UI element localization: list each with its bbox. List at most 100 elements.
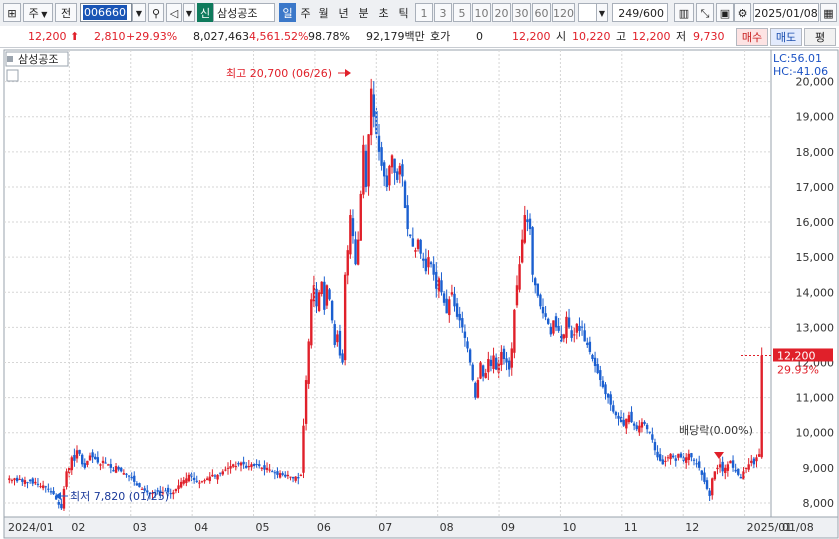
- interval-10[interactable]: 10: [472, 3, 491, 22]
- interval-30[interactable]: 30: [512, 3, 531, 22]
- candle-body: [88, 455, 92, 461]
- avg-button[interactable]: 평: [804, 28, 836, 46]
- search-icon[interactable]: ⚲: [148, 3, 164, 22]
- tab-second[interactable]: 초: [375, 3, 392, 22]
- calendar-icon[interactable]: ▦: [820, 3, 837, 22]
- top-toolbar: ⊞ 주 ▼ 전 006660 ▼ ⚲ ◁ ▼ 신 삼성공조 일 주 월 년 분 …: [0, 0, 839, 27]
- hoga-value: 0: [476, 30, 483, 43]
- candle-body: [424, 258, 428, 272]
- history-dropdown-button[interactable]: ▼: [183, 3, 195, 22]
- candle-body: [315, 288, 318, 307]
- candle-body: [492, 355, 495, 369]
- company-badge: 신: [197, 3, 213, 22]
- candle-body: [671, 455, 675, 458]
- candle-type-icon[interactable]: ▥: [674, 3, 694, 22]
- candle-body: [484, 373, 487, 378]
- candle-body: [245, 465, 248, 468]
- candle-body: [213, 475, 217, 477]
- x-tick-label: 2024/01: [8, 521, 54, 534]
- candle-body: [96, 457, 100, 463]
- candle-body: [307, 341, 310, 384]
- hoga-label: 호가: [430, 30, 451, 43]
- save-icon[interactable]: ▣: [716, 3, 734, 22]
- candle-body: [291, 476, 295, 479]
- buy-button[interactable]: 매수: [736, 28, 768, 46]
- candle-body: [713, 471, 717, 480]
- candle-body: [341, 353, 344, 363]
- candle-body: [562, 334, 566, 339]
- chart-area[interactable]: 8,000 9,000 10,000 11,000 12,000 13,000 14,000…: [0, 47, 839, 539]
- candlestick-chart[interactable]: 8,0009,00010,00011,00012,00013,00014,000…: [0, 47, 839, 539]
- candle-body: [390, 155, 394, 168]
- interval-3[interactable]: 3: [434, 3, 452, 22]
- x-tick-label: 06: [317, 521, 331, 534]
- tab-minute[interactable]: 분: [355, 3, 372, 22]
- candle-body: [476, 380, 480, 398]
- candle-body: [489, 359, 493, 367]
- candle-body: [528, 218, 532, 230]
- candle-body: [396, 171, 399, 180]
- open-price: 10,220: [572, 30, 611, 43]
- chart-menu-icon[interactable]: ⊞: [3, 3, 21, 22]
- candle-body: [114, 466, 118, 473]
- candle-body: [461, 318, 464, 328]
- candle-body: [750, 460, 753, 463]
- tab-week[interactable]: 주: [297, 3, 314, 22]
- candle-body: [231, 464, 235, 467]
- interval-dropdown-button[interactable]: ▼: [596, 3, 608, 22]
- tab-month[interactable]: 월: [315, 3, 332, 22]
- candle-body: [211, 474, 214, 477]
- candle-body: [369, 88, 373, 136]
- candle-body: [330, 300, 334, 321]
- gear-icon[interactable]: ⚙: [734, 3, 751, 22]
- candle-body: [427, 257, 430, 268]
- candle-body: [401, 164, 404, 177]
- interval-5[interactable]: 5: [453, 3, 471, 22]
- tab-day[interactable]: 일: [279, 3, 296, 22]
- tab-year[interactable]: 년: [335, 3, 352, 22]
- candle-body: [250, 464, 253, 468]
- candle-body: [703, 472, 706, 482]
- candle-body: [133, 475, 136, 482]
- candle-body: [268, 469, 271, 471]
- code-dropdown-button[interactable]: ▼: [132, 3, 146, 22]
- volume: 8,027,463: [193, 30, 249, 43]
- candle-body: [336, 334, 339, 343]
- candle-body: [437, 278, 441, 292]
- candle-body: [83, 463, 87, 468]
- price-change: 2,810: [94, 30, 126, 43]
- interval-120[interactable]: 120: [552, 3, 575, 22]
- candle-body: [18, 479, 21, 481]
- candle-body: [200, 481, 204, 483]
- draw-tool-icon[interactable]: ⤡: [696, 3, 714, 22]
- interval-60[interactable]: 60: [532, 3, 551, 22]
- candle-body: [388, 165, 391, 186]
- period-select[interactable]: 전: [55, 3, 77, 22]
- candle-body: [661, 459, 664, 465]
- candle-body: [109, 464, 113, 468]
- interval-1[interactable]: 1: [415, 3, 433, 22]
- speaker-icon[interactable]: ◁: [166, 3, 182, 22]
- candle-body: [726, 464, 730, 471]
- x-tick-label: 07: [378, 521, 392, 534]
- candle-body: [47, 488, 50, 490]
- market-type-select[interactable]: 주 ▼: [23, 3, 53, 22]
- candle-body: [541, 306, 545, 314]
- candle-body: [356, 239, 360, 265]
- candle-body: [622, 419, 625, 426]
- candle-body: [544, 313, 547, 317]
- candle-body: [684, 457, 688, 463]
- candle-body: [547, 318, 550, 324]
- candle-body: [731, 460, 735, 468]
- candle-body: [596, 364, 599, 374]
- stock-code-input[interactable]: 006660: [80, 3, 132, 22]
- candle-body: [739, 477, 743, 479]
- tab-tick[interactable]: 틱: [395, 3, 412, 22]
- candle-body: [169, 493, 172, 495]
- candle-body: [453, 293, 456, 307]
- candle-body: [502, 348, 506, 359]
- interval-20[interactable]: 20: [492, 3, 511, 22]
- candle-body: [448, 299, 451, 316]
- sell-button[interactable]: 매도: [770, 28, 802, 46]
- candle-body: [229, 466, 232, 469]
